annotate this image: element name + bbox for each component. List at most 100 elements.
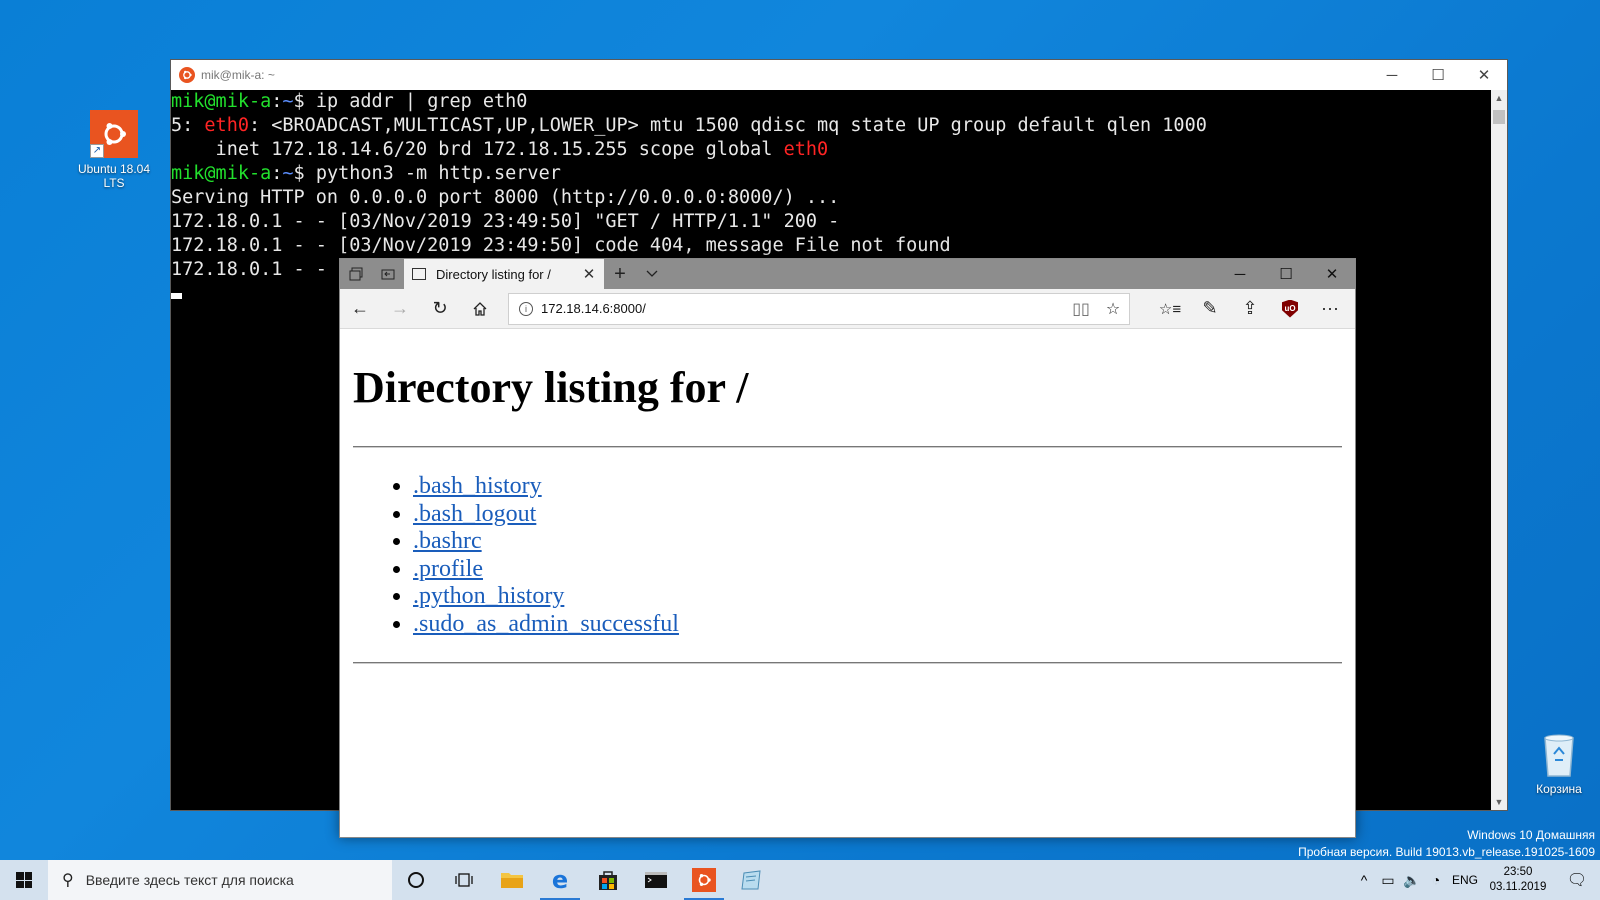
file-link[interactable]: .bashrc [413,528,482,554]
info-icon[interactable]: i [519,301,533,316]
store-icon [599,871,617,890]
notification-icon[interactable]: 🗨 [1554,870,1600,890]
list-item: .bash_logout [413,501,1342,529]
terminal-line: mik@mik-a:~$ ip addr | grep eth0 [171,91,528,112]
minimize-button[interactable]: ─ [1217,259,1263,289]
file-link[interactable]: .python_history [413,583,564,609]
set-aside-tabs-icon[interactable] [372,259,404,289]
terminal-line: Serving HTTP on 0.0.0.0 port 8000 (http:… [171,187,840,208]
network-icon[interactable]: ◔ [1424,872,1448,888]
terminal-line: 5: eth0: <BROADCAST,MULTICAST,UP,LOWER_U… [171,115,1207,136]
window-title: mik@mik-a: ~ [201,68,275,82]
svg-text:e: e [552,868,568,892]
file-link[interactable]: .profile [413,556,483,582]
watermark-line: Пробная версия. Build 19013.vb_release.1… [1298,845,1595,859]
scroll-down-icon[interactable]: ▼ [1491,794,1507,810]
ublock-icon[interactable]: uO [1270,289,1310,329]
close-button[interactable]: ✕ [1309,259,1355,289]
desktop-icon-label: Корзина [1536,782,1582,796]
close-button[interactable]: ✕ [1461,60,1507,90]
language-indicator[interactable]: ENG [1448,873,1482,887]
start-button[interactable] [0,860,48,900]
taskbar-store[interactable] [584,860,632,900]
terminal-line: inet 172.18.14.6/20 brd 172.18.15.255 sc… [171,139,829,160]
cortana-icon [408,872,424,888]
favorites-icon[interactable]: ☆≡ [1150,289,1190,329]
taskbar-file-explorer[interactable] [488,860,536,900]
desktop-icon-label: Ubuntu 18.04 LTS [77,162,151,190]
address-bar[interactable]: i 172.18.14.6:8000/ ▯▯ ☆ [508,292,1130,325]
list-item: .bash_history [413,473,1342,501]
list-item: .sudo_as_admin_successful [413,611,1342,639]
cortana-button[interactable] [392,860,440,900]
shortcut-arrow-icon: ↗ [90,144,104,158]
clock-date: 03.11.2019 [1489,881,1547,893]
chevron-up-icon[interactable]: ^ [1352,872,1376,888]
home-icon[interactable] [460,289,500,329]
address-url[interactable]: 172.18.14.6:8000/ [541,301,1065,316]
page-content: Directory listing for / .bash_history .b… [340,330,1355,837]
divider [353,446,1342,448]
forward-arrow-icon[interactable]: → [380,289,420,329]
desktop-icon-ubuntu[interactable]: ↗ Ubuntu 18.04 LTS [74,110,154,190]
file-link[interactable]: .sudo_as_admin_successful [413,611,679,637]
browser-tabbar[interactable]: Directory listing for / ✕ + ─ ☐ ✕ [340,259,1355,289]
page-title: Directory listing for / [353,363,749,412]
windows-watermark: Windows 10 Домашняя Пробная версия. Buil… [1298,827,1595,861]
file-link[interactable]: .bash_history [413,473,542,499]
terminal-titlebar[interactable]: mik@mik-a: ~ ─ ☐ ✕ [171,60,1507,90]
taskbar-notepad[interactable] [728,860,776,900]
taskbar-edge[interactable]: e [536,860,584,900]
tabs-aside-icon[interactable] [340,259,372,289]
taskbar-cmd[interactable] [632,860,680,900]
new-tab-icon[interactable]: + [604,259,636,289]
clock-time: 23:50 [1503,866,1533,878]
maximize-button[interactable]: ☐ [1263,259,1309,289]
taskbar-search[interactable]: ⚲ Введите здесь текст для поиска [48,860,392,900]
chevron-down-icon[interactable] [636,259,668,289]
desktop-icon-recycle-bin[interactable]: Корзина [1519,730,1599,796]
cmd-icon [645,872,667,888]
refresh-icon[interactable]: ↻ [420,289,460,329]
ubuntu-icon [692,868,716,892]
maximize-button[interactable]: ☐ [1415,60,1461,90]
browser-window[interactable]: Directory listing for / ✕ + ─ ☐ ✕ ← → ↻ … [339,258,1356,838]
terminal-line: mik@mik-a:~$ python3 -m http.server [171,163,561,184]
reading-view-icon[interactable]: ▯▯ [1065,299,1097,319]
file-list: .bash_history .bash_logout .bashrc .prof… [413,473,1342,638]
pen-icon[interactable]: ✎ [1190,289,1230,329]
minimize-button[interactable]: ─ [1369,60,1415,90]
list-item: .python_history [413,583,1342,611]
scroll-thumb[interactable] [1493,110,1505,124]
search-icon: ⚲ [62,872,74,889]
more-icon[interactable]: ··· [1310,289,1350,329]
taskbar-ubuntu[interactable] [680,860,728,900]
share-icon[interactable]: ⇪ [1230,289,1270,329]
system-tray: ^ ▭ 🔈 ◔ ENG 23:50 03.11.2019 🗨 [1352,860,1600,900]
folder-icon [501,873,523,888]
scroll-up-icon[interactable]: ▲ [1491,90,1507,106]
divider [353,662,1342,664]
terminal-line: 172.18.0.1 - - [03/Nov/2019 23:49:50] "G… [171,211,840,232]
notepad-icon [741,870,761,890]
tab-close-icon[interactable]: ✕ [574,265,604,283]
task-view-button[interactable] [440,860,488,900]
clock[interactable]: 23:50 03.11.2019 [1482,865,1554,895]
back-arrow-icon[interactable]: ← [340,289,380,329]
ubuntu-icon: ↗ [90,110,138,158]
star-icon[interactable]: ☆ [1097,299,1129,319]
recycle-bin-icon [1539,730,1579,778]
terminal-scrollbar[interactable]: ▲ ▼ [1491,90,1507,810]
ubuntu-icon [179,67,195,83]
battery-icon[interactable]: ▭ [1376,872,1400,889]
edge-icon: e [552,868,568,892]
tab-title: Directory listing for / [436,266,551,282]
browser-toolbar: ← → ↻ i 172.18.14.6:8000/ ▯▯ ☆ ☆≡ ✎ ⇪ uO… [340,289,1355,329]
tab-directory-listing[interactable]: Directory listing for / ✕ [404,259,604,289]
volume-icon[interactable]: 🔈 [1400,872,1424,889]
windows-logo-icon [16,872,32,888]
list-item: .profile [413,556,1342,584]
terminal-cursor [171,293,182,299]
file-link[interactable]: .bash_logout [413,501,536,527]
watermark-line: Windows 10 Домашняя [1467,828,1595,842]
